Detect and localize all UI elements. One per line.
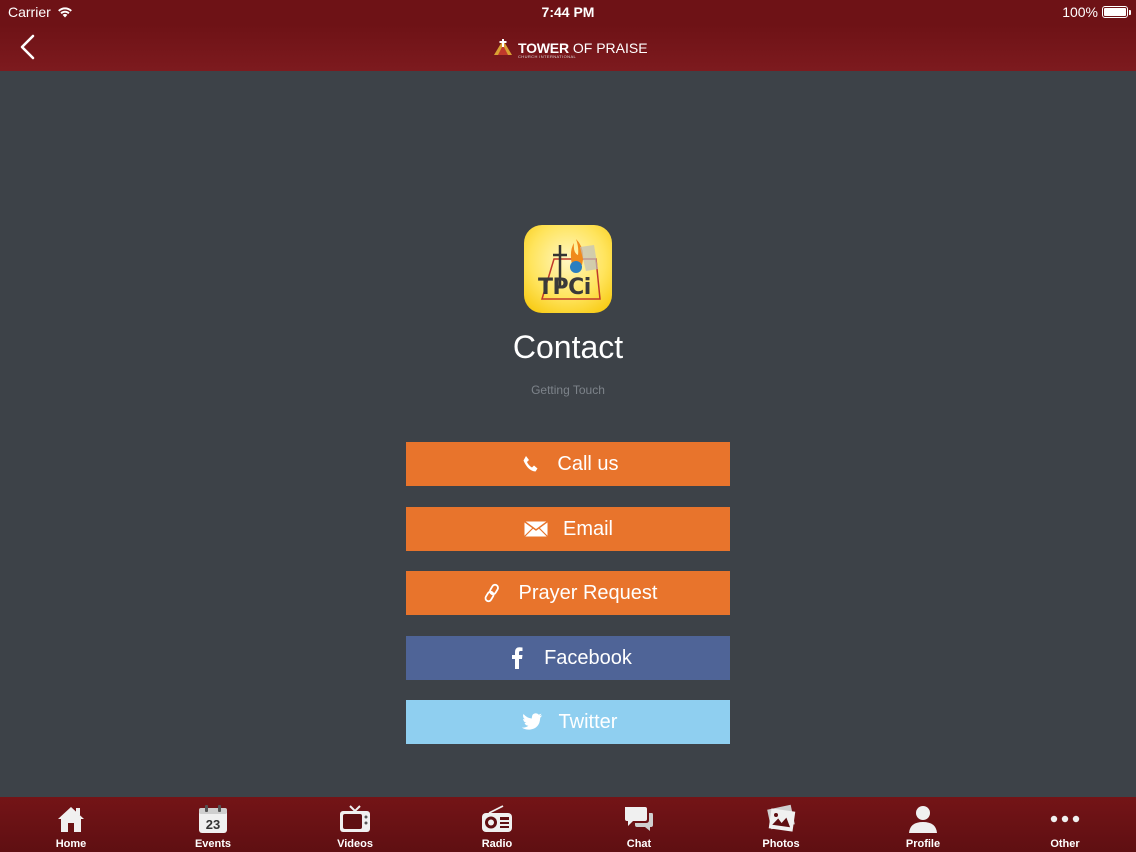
app-icon: TPCi xyxy=(524,225,612,313)
facebook-label: Facebook xyxy=(544,646,632,669)
envelope-icon xyxy=(523,518,549,540)
tab-bar: Home 23 Events Videos Radio Chat Photos … xyxy=(0,797,1136,852)
profile-icon xyxy=(906,803,940,835)
twitter-label: Twitter xyxy=(558,710,618,733)
chevron-left-icon xyxy=(20,34,35,60)
status-bar: Carrier 7:44 PM 100% xyxy=(0,0,1136,24)
tab-other[interactable]: Other xyxy=(994,797,1136,852)
battery-icon xyxy=(1102,6,1131,18)
battery-indicator: 100% xyxy=(1062,4,1131,20)
app-icon-text: TPCi xyxy=(538,275,591,300)
twitter-button[interactable]: Twitter xyxy=(406,700,730,744)
tab-other-label: Other xyxy=(1050,838,1080,850)
call-us-button[interactable]: Call us xyxy=(406,442,730,486)
header-logo: TOWER OF PRAISE CHURCH INTERNATIONAL xyxy=(492,35,648,61)
calendar-day: 23 xyxy=(205,816,221,832)
email-button[interactable]: Email xyxy=(406,507,730,551)
photos-icon xyxy=(764,803,798,835)
tab-events-label: Events xyxy=(194,838,232,850)
tower-logo-icon xyxy=(494,39,512,55)
more-icon xyxy=(1048,803,1082,835)
chat-icon xyxy=(622,803,656,835)
prayer-request-label: Prayer Request xyxy=(518,581,658,604)
tab-events[interactable]: 23 Events xyxy=(142,797,284,852)
page-title: Contact xyxy=(512,329,624,365)
tab-radio[interactable]: Radio xyxy=(426,797,568,852)
tab-photos-label: Photos xyxy=(762,838,800,850)
facebook-icon xyxy=(504,647,530,669)
radio-icon xyxy=(480,803,514,835)
navigation-bar: TOWER OF PRAISE CHURCH INTERNATIONAL xyxy=(0,24,1136,71)
back-button[interactable] xyxy=(14,32,44,62)
tab-videos-label: Videos xyxy=(337,838,373,850)
calendar-icon: 23 xyxy=(196,803,230,835)
logo-word-praise: OF PRAISE xyxy=(572,40,648,56)
tv-icon xyxy=(338,803,372,835)
page-subtitle: Getting Touch xyxy=(531,383,605,397)
tab-videos[interactable]: Videos xyxy=(284,797,426,852)
tab-radio-label: Radio xyxy=(481,838,513,850)
twitter-icon xyxy=(519,711,545,733)
main-content: TPCi Contact Getting Touch Call us Email xyxy=(0,71,1136,797)
status-time: 7:44 PM xyxy=(541,4,595,20)
prayer-request-button[interactable]: Prayer Request xyxy=(406,571,730,615)
logo-subtitle: CHURCH INTERNATIONAL xyxy=(518,54,577,59)
home-icon xyxy=(54,803,88,835)
tab-home[interactable]: Home xyxy=(0,797,142,852)
tab-profile-label: Profile xyxy=(905,838,941,850)
battery-percent: 100% xyxy=(1062,4,1098,20)
email-label: Email xyxy=(562,517,613,540)
link-icon xyxy=(479,582,505,604)
phone-icon xyxy=(517,453,543,475)
tab-chat-label: Chat xyxy=(626,838,652,850)
tab-home-label: Home xyxy=(55,838,87,850)
tab-profile[interactable]: Profile xyxy=(852,797,994,852)
facebook-button[interactable]: Facebook xyxy=(406,636,730,680)
tab-photos[interactable]: Photos xyxy=(710,797,852,852)
call-us-label: Call us xyxy=(557,452,619,475)
tab-chat[interactable]: Chat xyxy=(568,797,710,852)
